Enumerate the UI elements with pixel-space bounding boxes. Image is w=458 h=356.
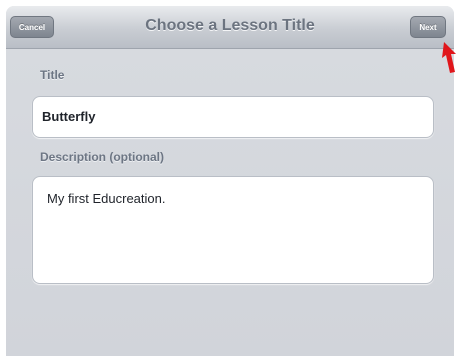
description-label: Description (optional) [40,150,164,164]
navigation-bar: Cancel Choose a Lesson Title Next [6,6,454,49]
lesson-title-dialog: Cancel Choose a Lesson Title Next Title … [6,6,454,356]
description-value: My first Educreation. [47,191,166,206]
title-field[interactable]: Butterfly [32,96,434,138]
cancel-button[interactable]: Cancel [10,16,54,38]
form-area: Title Butterfly Description (optional) M… [6,49,454,356]
description-field[interactable]: My first Educreation. [32,176,434,284]
red-arrow-shape [442,42,456,73]
page-title: Choose a Lesson Title [145,17,315,34]
title-label: Title [40,68,65,82]
red-arrow-icon [442,42,456,73]
title-value: Butterfly [42,109,96,124]
next-button[interactable]: Next [410,16,446,38]
